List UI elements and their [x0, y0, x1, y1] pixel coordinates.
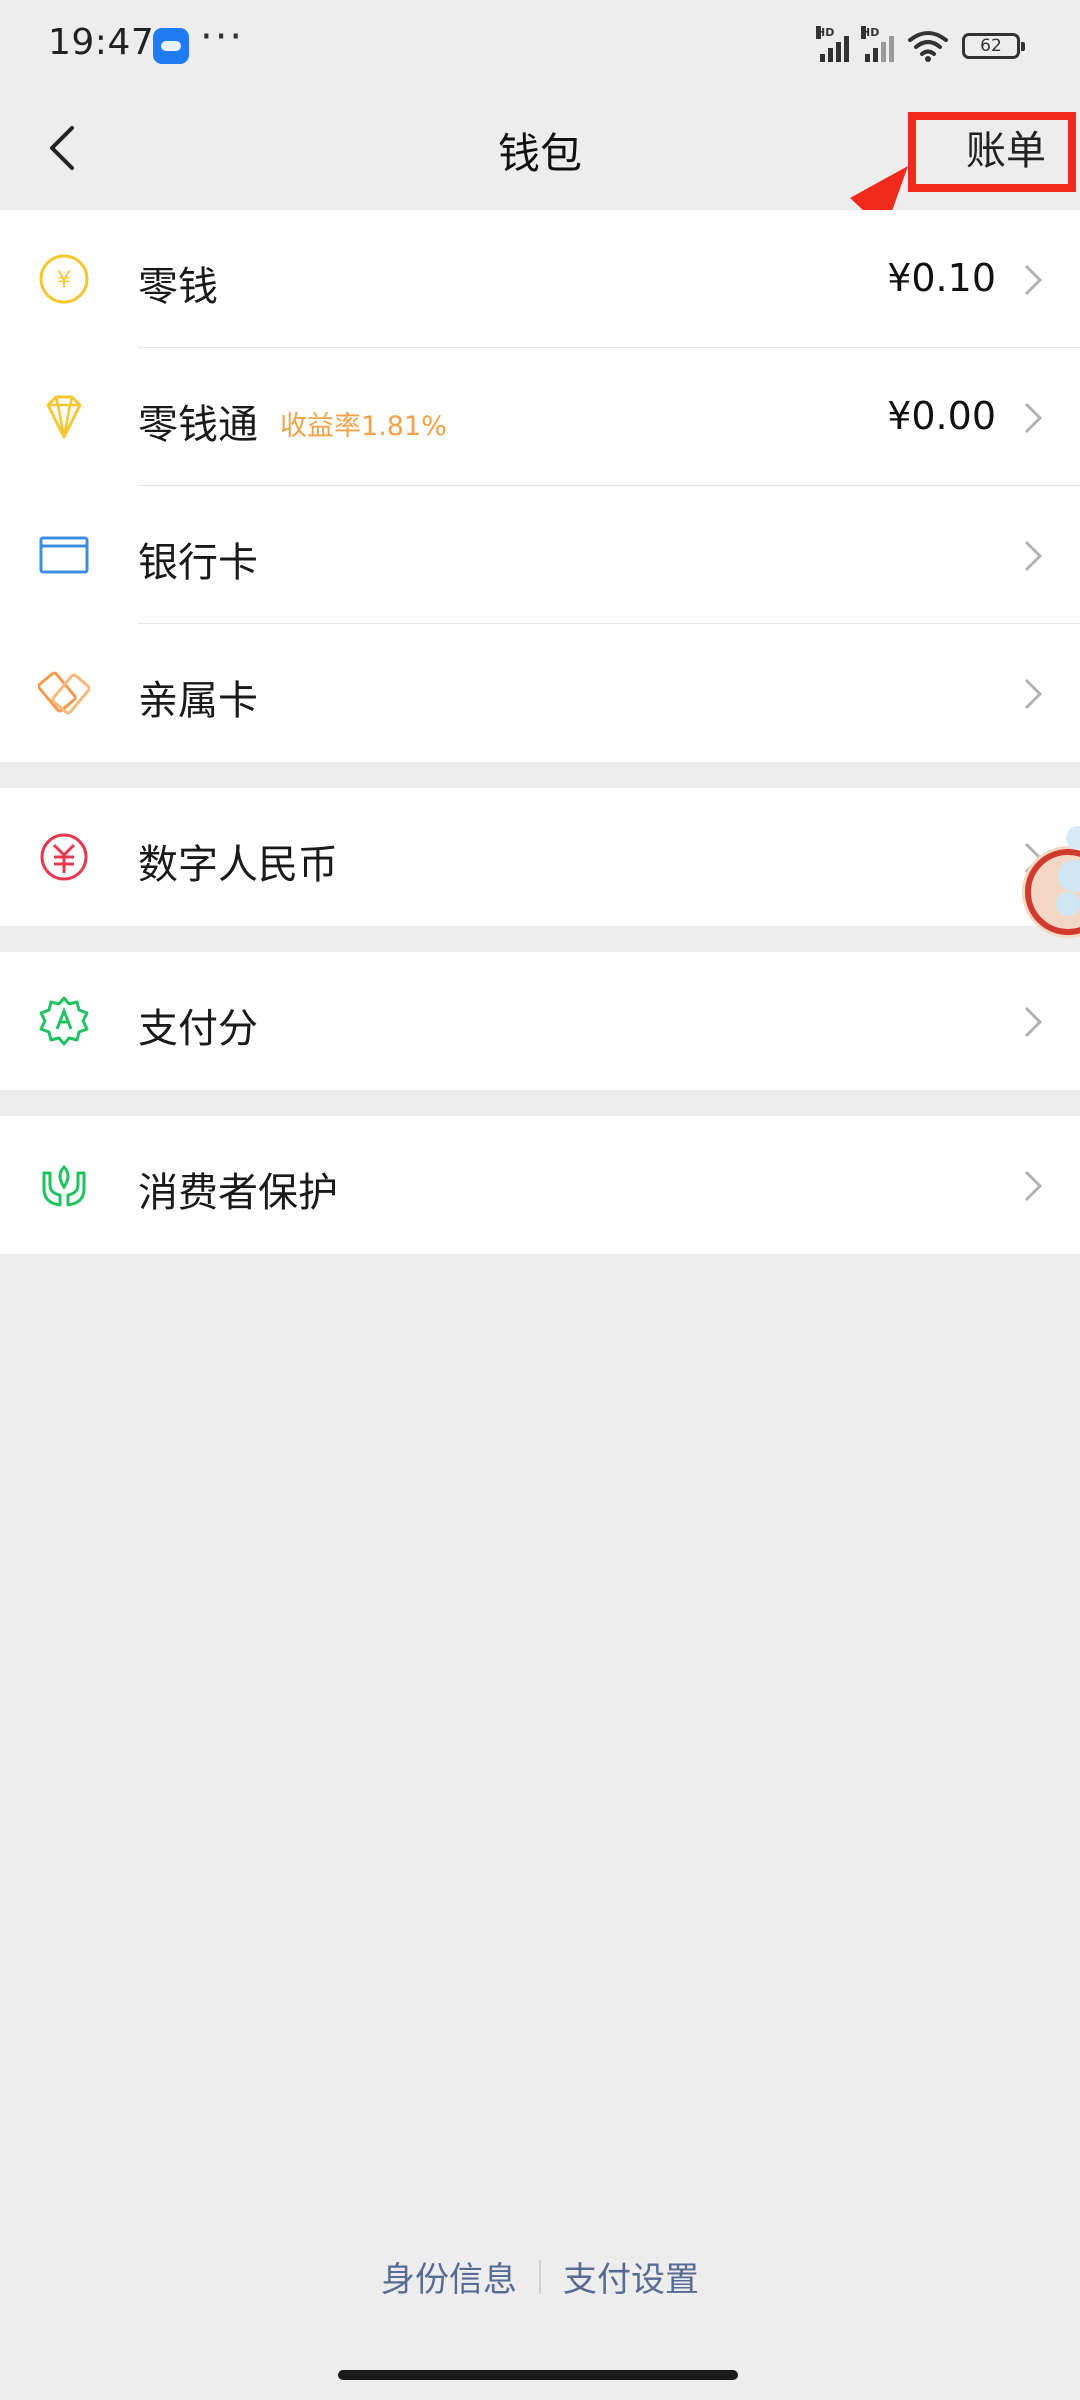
item-label-text: 零钱通 — [138, 402, 258, 448]
signal-icon: HD — [816, 26, 849, 62]
status-bar: 19:47 ··· HD HD 62 — [0, 0, 1080, 92]
wallet-group-consumer: 消费者保护 — [0, 1116, 1080, 1254]
app-notification-icon — [153, 28, 189, 64]
item-label: 数字人民币 — [138, 842, 338, 888]
payment-settings-link[interactable]: 支付设置 — [563, 2252, 699, 2301]
item-value: ¥0.00 — [887, 394, 996, 438]
consumer-protection-icon — [42, 1164, 86, 1207]
footer-links: 身份信息 支付设置 — [0, 2252, 1080, 2301]
item-label: 消费者保护 — [138, 1170, 338, 1216]
item-label: 亲属卡 — [138, 678, 258, 724]
status-icons: HD HD 62 — [816, 26, 1025, 66]
home-indicator[interactable] — [338, 2370, 738, 2380]
chevron-right-icon — [1024, 264, 1043, 296]
diamond-icon — [46, 395, 82, 439]
item-label: 零钱通 收益率1.81% — [138, 392, 447, 450]
item-label: 支付分 — [138, 1006, 258, 1052]
status-time: 19:47 — [48, 22, 155, 63]
list-item-lingqiantong[interactable]: 零钱通 收益率1.81% ¥0.00 — [0, 348, 1080, 486]
list-item-family-card[interactable]: 亲属卡 — [0, 624, 1080, 762]
item-label: 零钱 — [138, 264, 218, 310]
list-item-change[interactable]: ¥ 零钱 ¥0.10 — [0, 210, 1080, 348]
wallet-group-pay-score: 支付分 — [0, 952, 1080, 1090]
svg-text:¥: ¥ — [57, 268, 71, 293]
annotation-highlight-box — [908, 112, 1076, 192]
coin-icon: ¥ — [39, 254, 89, 304]
list-item-consumer-protection[interactable]: 消费者保护 — [0, 1116, 1080, 1254]
digital-rmb-icon — [40, 833, 88, 881]
footer-divider — [539, 2259, 541, 2294]
wallet-group-digital-rmb: 数字人民币 — [0, 788, 1080, 926]
bank-card-icon — [39, 536, 89, 574]
floating-mascot-icon[interactable] — [1016, 812, 1080, 964]
list-item-bank-card[interactable]: 银行卡 — [0, 486, 1080, 624]
chevron-right-icon — [1024, 1006, 1043, 1038]
wallet-group-main: ¥ 零钱 ¥0.10 零钱通 收益率1.81% ¥0.00 银行卡 亲属卡 — [0, 210, 1080, 762]
list-item-pay-score[interactable]: 支付分 — [0, 952, 1080, 1090]
wifi-icon — [908, 31, 948, 62]
chevron-right-icon — [1024, 678, 1043, 710]
more-notifications-icon: ··· — [200, 14, 245, 60]
list-item-digital-rmb[interactable]: 数字人民币 — [0, 788, 1080, 926]
battery-icon: 62 — [962, 33, 1025, 59]
signal-icon-2: HD — [861, 26, 894, 62]
yield-rate-tag: 收益率1.81% — [280, 411, 447, 442]
battery-level: 62 — [980, 36, 1002, 56]
family-card-icon — [38, 671, 90, 715]
identity-info-link[interactable]: 身份信息 — [381, 2252, 517, 2301]
chevron-right-icon — [1024, 1170, 1043, 1202]
item-value: ¥0.10 — [887, 256, 996, 300]
item-label: 银行卡 — [138, 540, 258, 586]
chevron-right-icon — [1024, 540, 1043, 572]
pay-score-icon — [39, 996, 89, 1046]
chevron-right-icon — [1024, 402, 1043, 434]
